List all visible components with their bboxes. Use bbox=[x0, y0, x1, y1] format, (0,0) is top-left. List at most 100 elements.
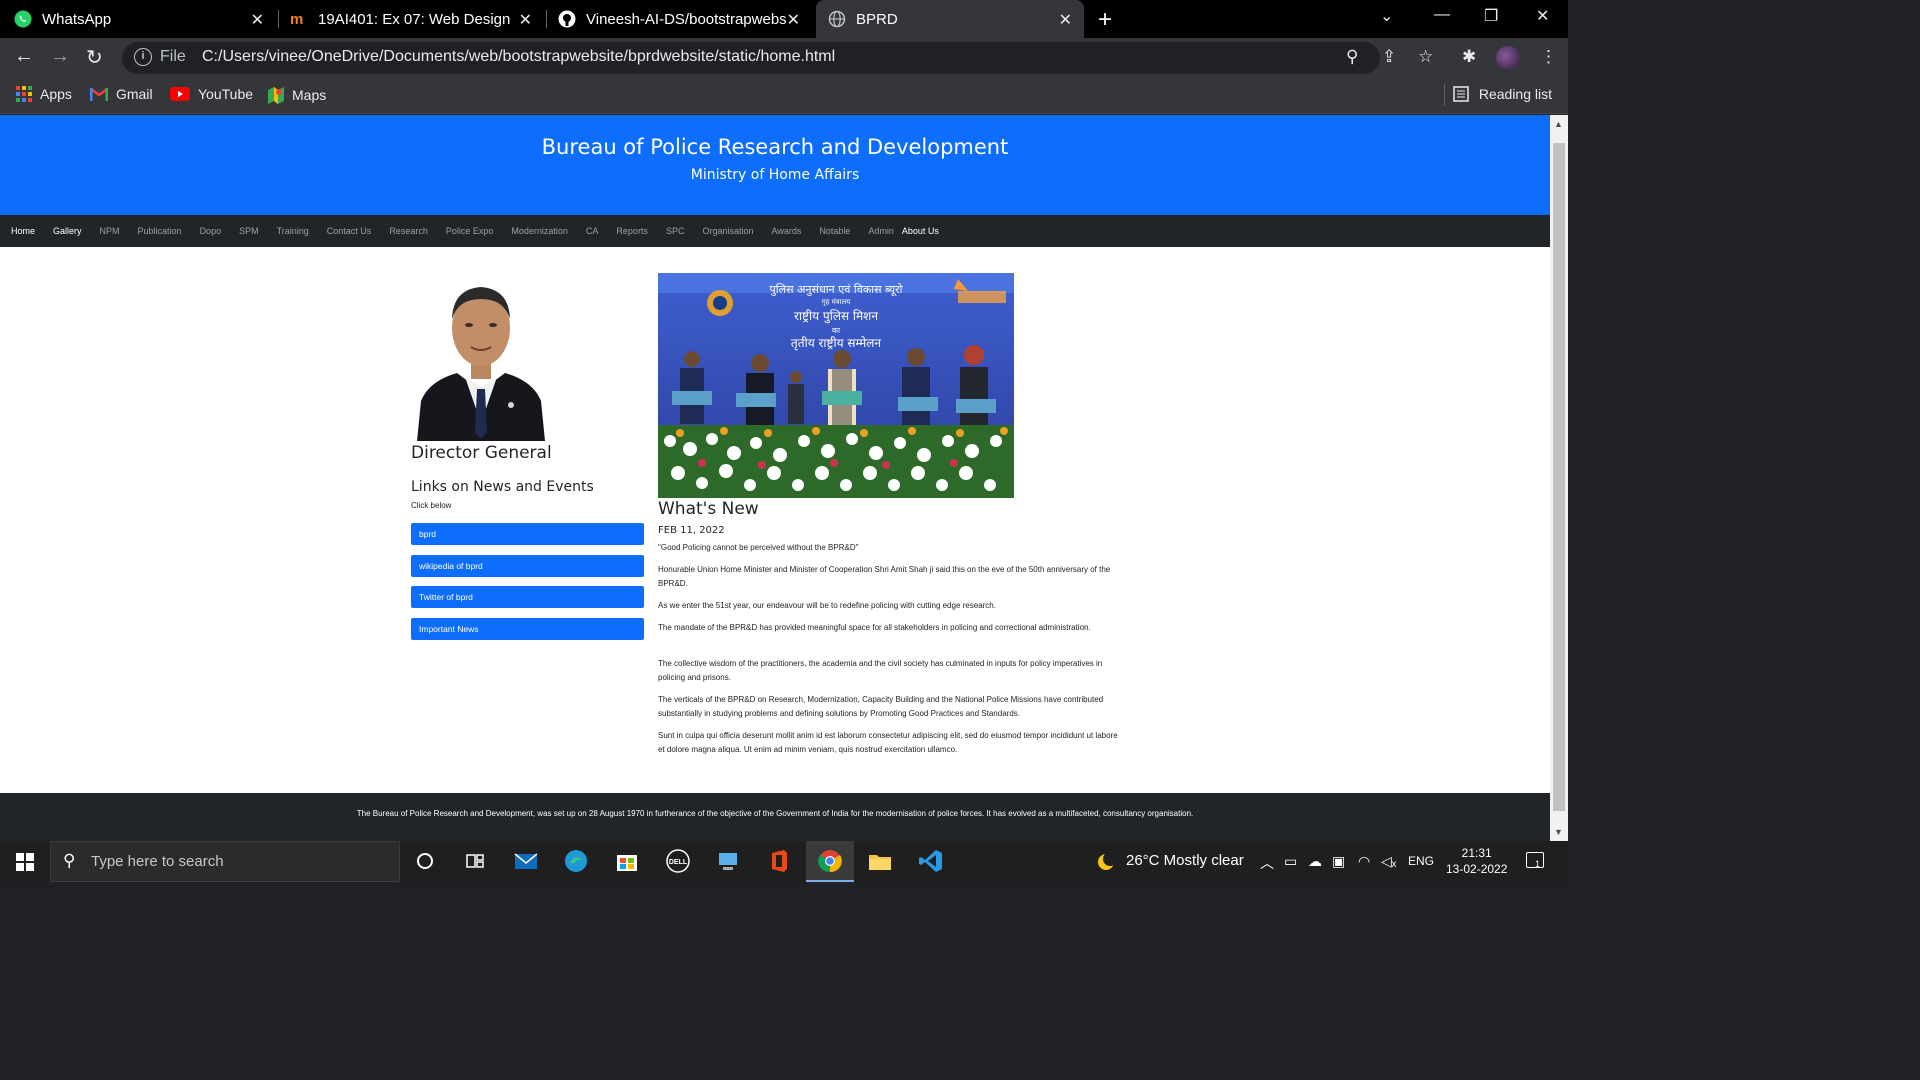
nav-reports[interactable]: Reports bbox=[607, 226, 657, 236]
close-tab-icon[interactable]: ✕ bbox=[251, 10, 264, 30]
profile-avatar[interactable] bbox=[1496, 46, 1520, 70]
tab-search-chevron-icon[interactable]: ⌄ bbox=[1380, 6, 1393, 26]
volume-icon[interactable]: ◁ₓ bbox=[1381, 853, 1396, 870]
nav-contact-us[interactable]: Contact Us bbox=[318, 226, 381, 236]
link-twitter-button[interactable]: Twitter of bprd bbox=[411, 586, 644, 608]
windows-start-icon[interactable] bbox=[16, 853, 34, 871]
office-icon[interactable] bbox=[765, 847, 793, 875]
tab-moodle[interactable]: m 19AI401: Ex 07: Web Design using ✕ bbox=[290, 0, 544, 38]
bookmark-gmail[interactable]: Gmail bbox=[90, 86, 153, 102]
banner-line-1: पुलिस अनुसंधान एवं विकास ब्यूरो bbox=[770, 283, 903, 297]
tab-title: BPRD bbox=[856, 10, 898, 28]
file-explorer-icon[interactable] bbox=[866, 847, 894, 875]
link-wikipedia-button[interactable]: wikipedia of bprd bbox=[411, 555, 644, 577]
nav-publication[interactable]: Publication bbox=[129, 226, 191, 236]
zoom-icon[interactable]: ⚲ bbox=[1346, 47, 1358, 67]
nav-modernization[interactable]: Modernization bbox=[502, 226, 577, 236]
scroll-down-icon[interactable]: ▼ bbox=[1554, 827, 1563, 837]
bookmark-apps[interactable]: Apps bbox=[16, 86, 72, 102]
scroll-up-icon[interactable]: ▲ bbox=[1554, 119, 1563, 129]
extensions-icon[interactable]: ✱ bbox=[1462, 47, 1476, 67]
close-window-button[interactable]: ✕ bbox=[1536, 6, 1549, 26]
nav-gallery[interactable]: Gallery bbox=[44, 226, 91, 236]
nav-training[interactable]: Training bbox=[268, 226, 318, 236]
onedrive-icon[interactable]: ☁ bbox=[1308, 853, 1322, 870]
tab-title: Vineesh-AI-DS/bootstrapwebsite bbox=[586, 10, 786, 28]
task-view-icon[interactable] bbox=[461, 847, 489, 875]
minimize-button[interactable]: — bbox=[1434, 6, 1450, 24]
link-important-news-button[interactable]: Important News bbox=[411, 618, 644, 640]
bookmark-star-icon[interactable]: ☆ bbox=[1418, 47, 1433, 67]
bookmark-maps[interactable]: Maps bbox=[268, 86, 326, 104]
back-button[interactable]: ← bbox=[14, 45, 34, 68]
device-icon[interactable]: ▣ bbox=[1332, 853, 1345, 870]
battery-icon[interactable]: ▭ bbox=[1284, 853, 1297, 870]
nav-awards[interactable]: Awards bbox=[762, 226, 810, 236]
dell-icon[interactable]: DELL bbox=[664, 847, 692, 875]
nav-home[interactable]: Home bbox=[2, 226, 44, 236]
taskbar-search-box[interactable]: ⚲ Type here to search bbox=[50, 841, 400, 882]
pc-settings-icon[interactable] bbox=[714, 847, 742, 875]
menu-dots-icon[interactable]: ⋮ bbox=[1540, 47, 1557, 67]
reading-list-label: Reading list bbox=[1478, 86, 1552, 102]
vscode-icon[interactable] bbox=[917, 847, 945, 875]
reading-list-button[interactable]: Reading list bbox=[1453, 86, 1552, 102]
nav-dopo[interactable]: Dopo bbox=[191, 226, 231, 236]
nav-about-us[interactable]: About Us bbox=[898, 226, 948, 236]
nav-police-expo[interactable]: Police Expo bbox=[437, 226, 503, 236]
nav-organisation[interactable]: Organisation bbox=[693, 226, 762, 236]
reload-button[interactable]: ↻ bbox=[86, 45, 103, 70]
youtube-icon bbox=[170, 87, 190, 101]
apps-grid-icon bbox=[16, 86, 32, 102]
forward-button[interactable]: → bbox=[50, 45, 70, 68]
close-tab-icon[interactable]: ✕ bbox=[787, 10, 800, 30]
link-bprd-button[interactable]: bprd bbox=[411, 523, 644, 545]
whats-new-heading: What's New bbox=[658, 499, 759, 519]
click-below-text: Click below bbox=[411, 501, 452, 510]
close-tab-icon[interactable]: ✕ bbox=[519, 10, 532, 30]
share-icon[interactable]: ⇪ bbox=[1382, 47, 1396, 67]
nav-spm[interactable]: SPM bbox=[230, 226, 268, 236]
news-paragraph: The collective wisdom of the practitione… bbox=[658, 659, 1103, 682]
page-scrollbar[interactable]: ▲ ▼ bbox=[1550, 115, 1568, 841]
nav-npm[interactable]: NPM bbox=[91, 226, 129, 236]
language-indicator[interactable]: ENG bbox=[1408, 854, 1434, 868]
weather-text[interactable]: 26°C Mostly clear bbox=[1126, 852, 1244, 869]
tab-title: 19AI401: Ex 07: Web Design using bbox=[318, 10, 514, 28]
tab-whatsapp[interactable]: WhatsApp ✕ bbox=[14, 0, 276, 38]
notification-center[interactable]: 1 bbox=[1526, 852, 1544, 869]
browser-tabstrip: WhatsApp ✕ m 19AI401: Ex 07: Web Design … bbox=[0, 0, 1568, 38]
nav-ca[interactable]: CA bbox=[577, 226, 608, 236]
nav-admin[interactable]: Admin bbox=[859, 226, 898, 236]
address-bar[interactable]: i File C:/Users/vinee/OneDrive/Documents… bbox=[122, 42, 1380, 74]
chrome-icon[interactable] bbox=[816, 847, 844, 875]
tab-github[interactable]: Vineesh-AI-DS/bootstrapwebsite ✕ bbox=[558, 0, 812, 38]
nav-spc[interactable]: SPC bbox=[657, 226, 694, 236]
cortana-icon[interactable] bbox=[411, 847, 439, 875]
nav-notable[interactable]: Notable bbox=[810, 226, 859, 236]
windows-taskbar: ⚲ Type here to search DELL 26°C Mostly c… bbox=[0, 841, 1568, 882]
bookmark-label: Maps bbox=[292, 87, 327, 103]
edge-icon[interactable] bbox=[562, 847, 590, 875]
store-icon[interactable] bbox=[613, 847, 641, 875]
footer-text: The Bureau of Police Research and Develo… bbox=[356, 809, 1194, 818]
news-paragraph: The verticals of the BPR&D on Research, … bbox=[658, 695, 1104, 718]
wifi-icon[interactable]: ◠ bbox=[1358, 853, 1370, 870]
notification-count: 1 bbox=[1535, 859, 1541, 869]
search-icon: ⚲ bbox=[63, 851, 76, 870]
site-info-icon[interactable]: i bbox=[134, 48, 152, 66]
scrollbar-thumb[interactable] bbox=[1553, 143, 1565, 811]
tab-bprd[interactable]: BPRD ✕ bbox=[816, 0, 1084, 38]
mail-icon[interactable] bbox=[512, 847, 540, 875]
bookmarks-divider bbox=[1444, 84, 1445, 106]
nav-research[interactable]: Research bbox=[380, 226, 437, 236]
url-text[interactable]: C:/Users/vinee/OneDrive/Documents/web/bo… bbox=[202, 48, 835, 66]
news-paragraph: Honurable Union Home Minister and Minist… bbox=[658, 565, 1111, 588]
close-tab-icon[interactable]: ✕ bbox=[1059, 10, 1072, 30]
tray-chevron-icon[interactable]: ︿ bbox=[1260, 853, 1274, 873]
new-tab-button[interactable]: + bbox=[1098, 6, 1112, 34]
restore-button[interactable]: ❐ bbox=[1484, 6, 1498, 26]
bookmark-youtube[interactable]: YouTube bbox=[170, 86, 253, 102]
news-paragraph: Sunt in culpa qui officia deserunt molli… bbox=[658, 731, 1118, 754]
taskbar-clock[interactable]: 21:31 13-02-2022 bbox=[1446, 845, 1507, 877]
